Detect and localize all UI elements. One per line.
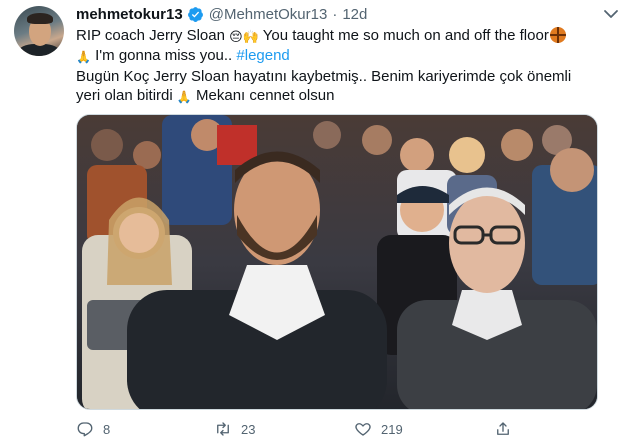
text-segment: yeri olan bitirdi [76,87,177,104]
photo-image [77,115,597,409]
heart-icon [355,423,371,436]
separator-dot: · [332,5,338,23]
tweet-text-line-3: Bugün Koç Jerry Sloan hayatını kaybetmiş… [76,68,572,85]
tweet-text-line-1: RIP coach Jerry Sloan 😔🙌 You taught me s… [76,26,616,46]
like-button[interactable]: 219 [354,420,403,438]
retweet-icon [217,422,229,436]
tweet-text-line-4: yeri olan bitirdi 🙏 Mekanı cennet olsun [76,86,616,107]
avatar[interactable] [14,6,64,56]
folded-hands-emoji-icon: 🙏 [176,90,192,104]
avatar-hair [27,13,53,24]
tweet-text-line-2: 🙏 I'm gonna miss you.. #legend [76,46,616,67]
tweet-header: mehmetokur13 @MehmetOkur13 · 12d [76,4,367,24]
retweet-count: 23 [241,421,256,437]
author-handle[interactable]: @MehmetOkur13 [209,6,328,23]
tweet[interactable]: mehmetokur13 @MehmetOkur13 · 12d RIP coa… [0,0,640,448]
tweet-text: RIP coach Jerry Sloan 😔🙌 You taught me s… [76,26,616,107]
folded-hands-emoji-icon: 🙏 [76,50,91,64]
tweet-photo[interactable] [76,114,598,410]
basketball-emoji-icon [549,27,566,43]
author-name[interactable]: mehmetokur13 [76,6,183,23]
text-segment: RIP coach Jerry Sloan [76,27,230,44]
emoji-pensive-raised-hands: 😔🙌 [229,29,259,44]
hashtag-link[interactable]: #legend [236,47,289,64]
timestamp[interactable]: 12d [342,6,367,23]
reply-icon [77,422,93,437]
verified-badge-icon [187,6,203,22]
tweet-actions: 8 23 219 [76,420,616,442]
reply-count: 8 [103,421,111,437]
retweet-button[interactable]: 23 [214,420,255,438]
chevron-down-icon[interactable] [600,6,622,22]
text-segment: I'm gonna miss you.. [90,47,237,64]
like-count: 219 [381,421,403,437]
reply-button[interactable]: 8 [76,420,110,438]
text-segment: Mekanı cennet olsun [191,87,335,104]
share-icon [497,422,509,435]
text-segment: You taught me so much on and off the flo… [258,27,549,44]
share-button[interactable] [494,420,521,438]
